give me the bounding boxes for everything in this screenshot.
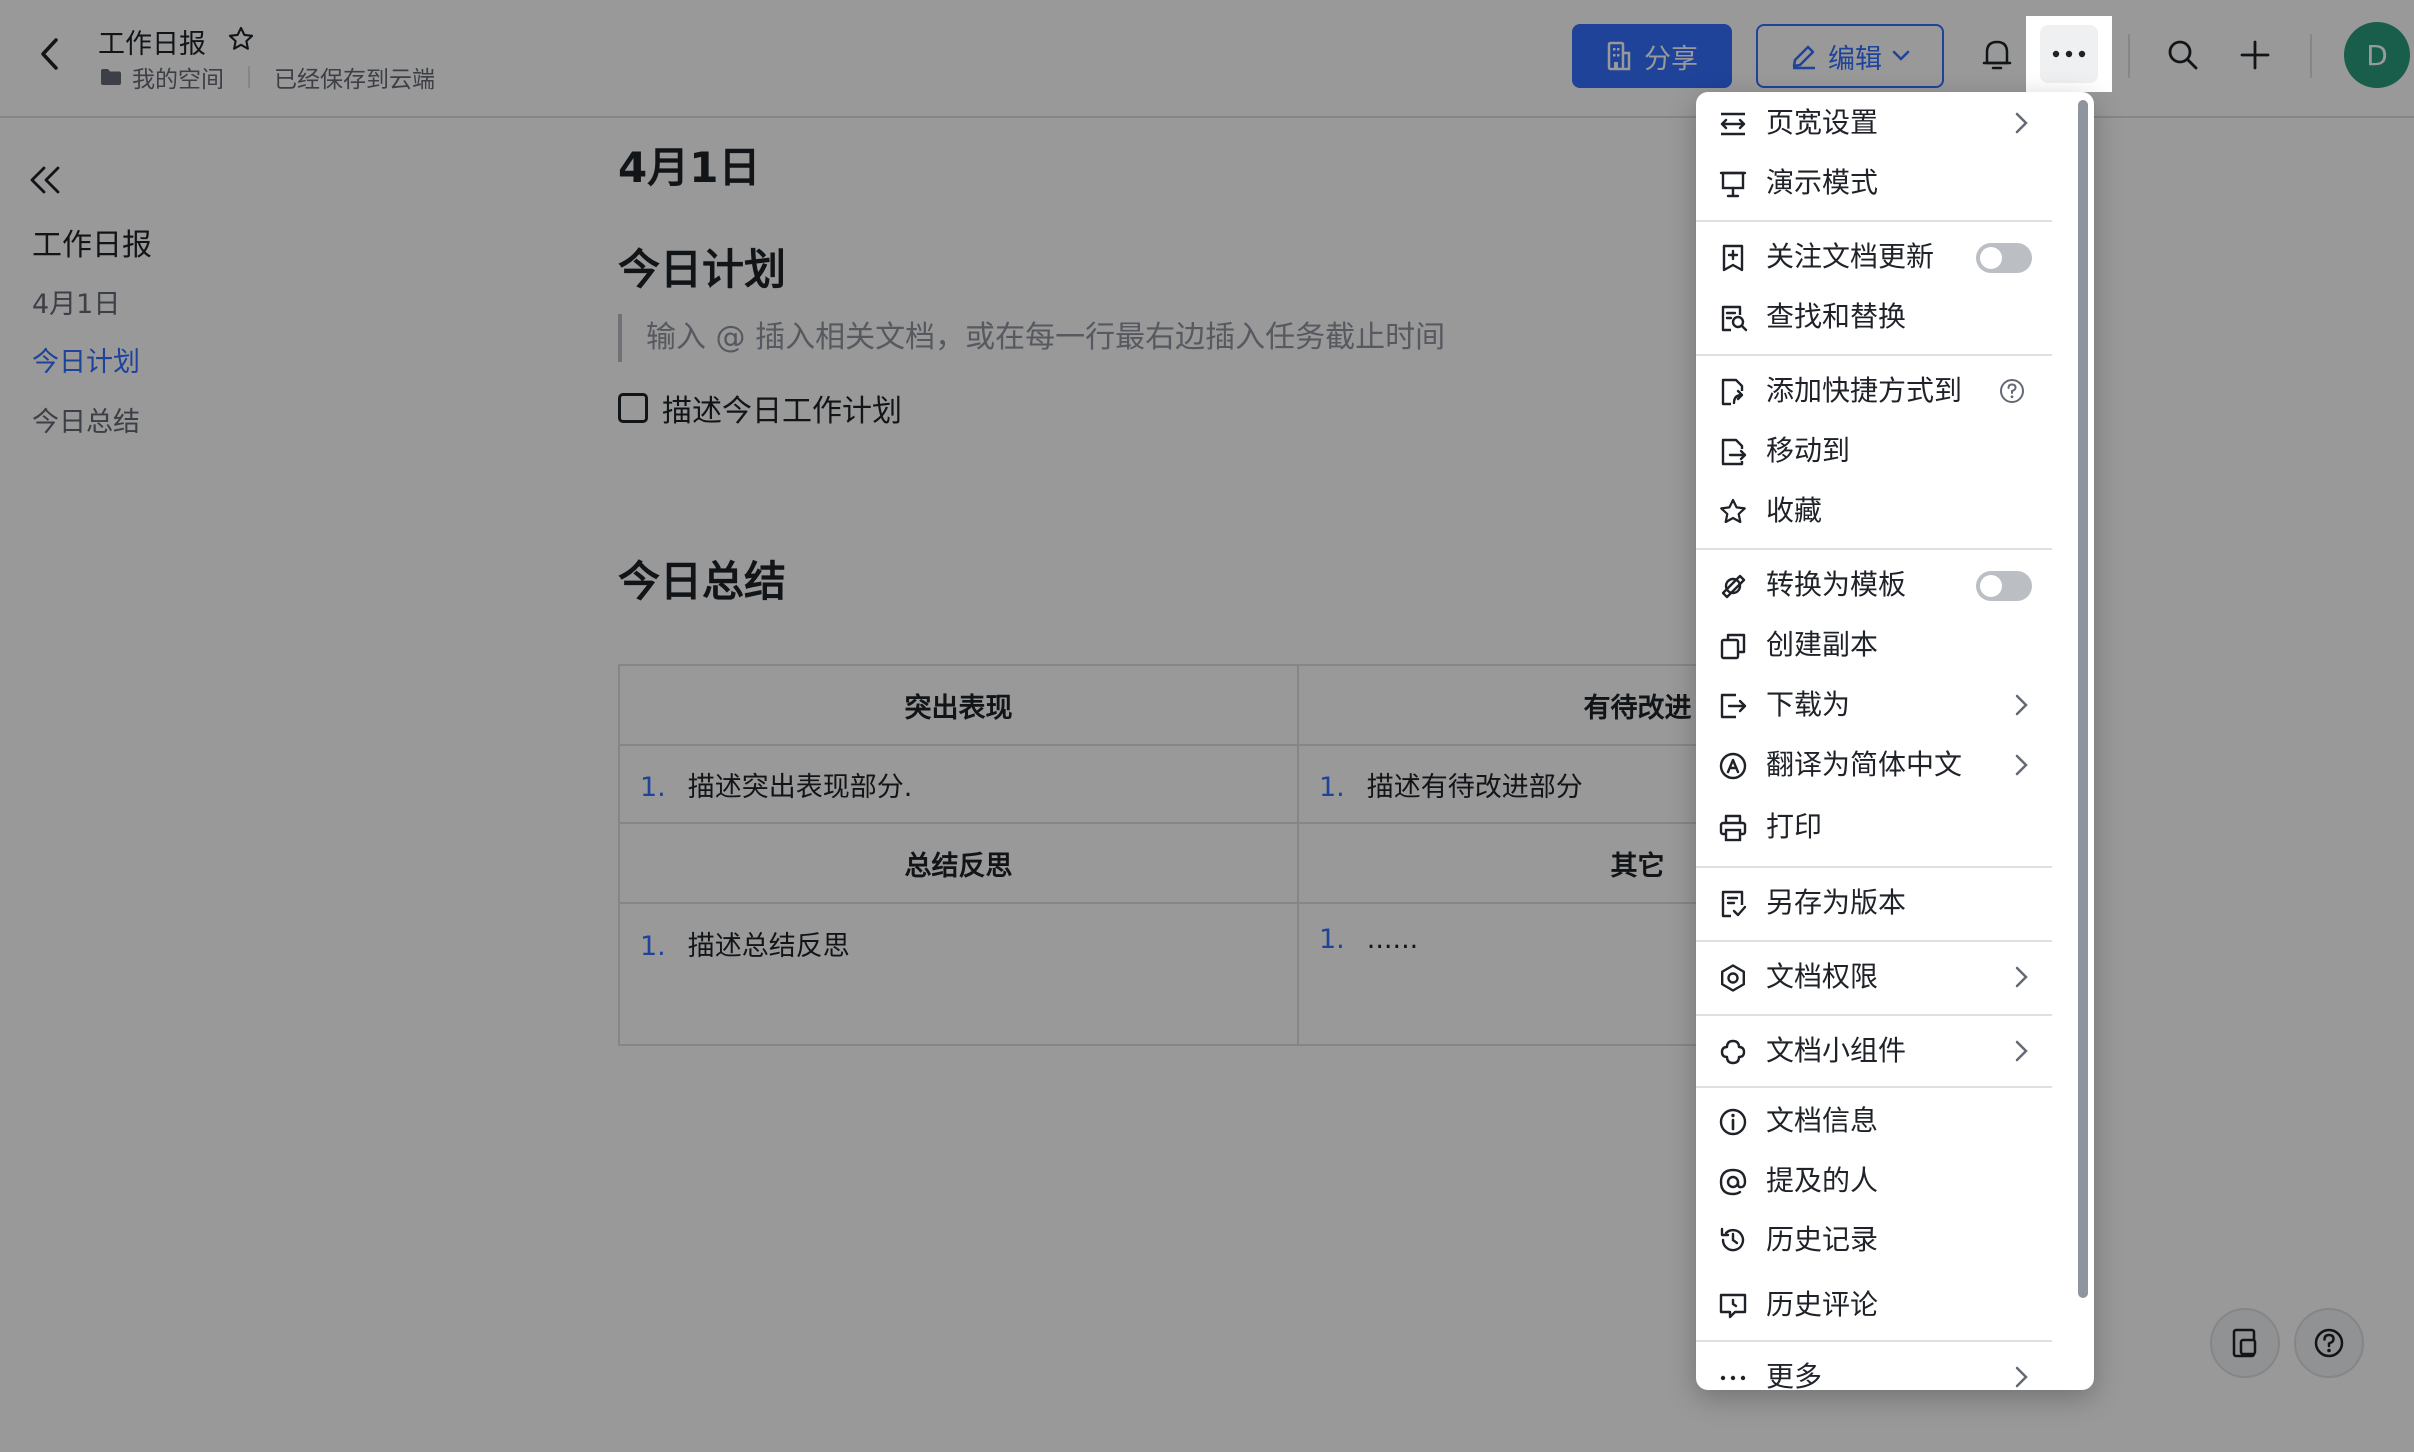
menu-item-save-version[interactable]: 另存为版本 (1696, 874, 2076, 932)
find-replace-icon (1721, 305, 1748, 332)
comment-history-icon (1719, 1293, 1747, 1319)
menu-label: 创建副本 (1766, 628, 1879, 661)
menu-label: 添加快捷方式到 (1766, 374, 1963, 407)
chevron-right-icon (2015, 1040, 2028, 1062)
menu-label: 页宽设置 (1766, 106, 1879, 139)
save-version-icon (1721, 890, 1747, 918)
menu-item-find-replace[interactable]: 查找和替换 (1696, 288, 2076, 346)
menu-item-presentation[interactable]: 演示模式 (1696, 154, 2076, 212)
menu-item-comment-history[interactable]: 历史评论 (1696, 1276, 2076, 1334)
widget-icon (1720, 1039, 1746, 1065)
move-icon (1721, 438, 1747, 466)
menu-label: 转换为模板 (1766, 568, 1907, 601)
menu-item-history[interactable]: 历史记录 (1696, 1202, 2076, 1278)
more-dots-icon (2052, 50, 2086, 58)
follow-update-icon (1722, 244, 1744, 272)
menu-divider (1696, 940, 2052, 942)
chevron-right-icon (2015, 1366, 2028, 1388)
menu-divider (1696, 220, 2052, 222)
star-icon (1720, 498, 1746, 524)
menu-item-download-as[interactable]: 下载为 (1696, 676, 2076, 734)
help-icon (2000, 379, 2024, 403)
info-icon (1719, 1108, 1747, 1136)
menu-label: 文档权限 (1766, 960, 1879, 993)
menu-item-add-shortcut[interactable]: 添加快捷方式到 (1696, 362, 2076, 420)
chevron-right-icon (2015, 754, 2028, 776)
chevron-right-icon (2015, 694, 2028, 716)
menu-item-follow-updates[interactable]: 关注文档更新 (1696, 228, 2076, 286)
follow-updates-toggle[interactable] (1976, 243, 2032, 273)
translate-icon (1719, 752, 1747, 780)
menu-item-permissions[interactable]: 文档权限 (1696, 948, 2076, 1006)
menu-label: 更多 (1766, 1360, 1823, 1390)
menu-label: 演示模式 (1766, 166, 1879, 199)
chevron-right-icon (2015, 112, 2028, 134)
more-button[interactable] (2040, 25, 2098, 83)
page-width-icon (1720, 112, 1746, 136)
history-icon (1720, 1227, 1745, 1252)
more-dots-icon (1720, 1375, 1746, 1381)
menu-label: 关注文档更新 (1766, 240, 1935, 273)
menu-item-create-copy[interactable]: 创建副本 (1696, 616, 2076, 674)
template-icon (1721, 574, 1746, 599)
menu-label: 查找和替换 (1766, 300, 1907, 333)
app-window: 工作日报 我的空间 已经保存到云端 分享 编辑 D 工作日报 4月1日 今日计划… (0, 0, 2414, 1452)
more-menu: 页宽设置 演示模式 关注文档更新 查找和替换 添加快捷方式到 移动到 收藏 转换… (1696, 92, 2094, 1390)
menu-label: 翻译为简体中文 (1766, 748, 1963, 781)
menu-item-move-to[interactable]: 移动到 (1696, 422, 2076, 480)
menu-label: 打印 (1766, 810, 1823, 843)
chevron-right-icon (2015, 966, 2028, 988)
menu-scrollbar[interactable] (2078, 100, 2088, 1298)
at-icon (1719, 1168, 1747, 1196)
menu-label: 文档信息 (1766, 1104, 1879, 1137)
menu-item-doc-info[interactable]: 文档信息 (1696, 1092, 2076, 1150)
menu-item-convert-template[interactable]: 转换为模板 (1696, 556, 2076, 614)
menu-divider (1696, 548, 2052, 550)
shortcut-icon (1721, 378, 1744, 406)
menu-divider (1696, 1086, 2052, 1088)
menu-divider (1696, 1014, 2052, 1016)
menu-label: 历史记录 (1766, 1223, 1879, 1256)
presentation-icon (1719, 171, 1747, 198)
gear-icon (1721, 964, 1745, 992)
menu-label: 移动到 (1766, 434, 1851, 467)
print-icon (1719, 814, 1747, 842)
menu-item-favorite[interactable]: 收藏 (1696, 482, 2076, 540)
menu-label: 收藏 (1766, 494, 1823, 527)
menu-item-translate[interactable]: 翻译为简体中文 (1696, 736, 2076, 794)
menu-item-widgets[interactable]: 文档小组件 (1696, 1022, 2076, 1080)
menu-label: 文档小组件 (1766, 1034, 1907, 1067)
menu-item-more[interactable]: 更多 (1696, 1348, 2076, 1390)
more-button-highlight (2026, 16, 2112, 92)
menu-divider (1696, 1340, 2052, 1342)
menu-label: 另存为版本 (1766, 886, 1907, 919)
menu-label: 历史评论 (1766, 1288, 1879, 1321)
convert-template-toggle[interactable] (1976, 571, 2032, 601)
menu-label: 下载为 (1766, 688, 1851, 721)
menu-divider (1696, 866, 2052, 868)
download-icon (1720, 693, 1747, 719)
menu-divider (1696, 354, 2052, 356)
menu-item-print[interactable]: 打印 (1696, 798, 2076, 856)
menu-item-page-width[interactable]: 页宽设置 (1696, 94, 2076, 152)
copy-icon (1720, 633, 1746, 660)
